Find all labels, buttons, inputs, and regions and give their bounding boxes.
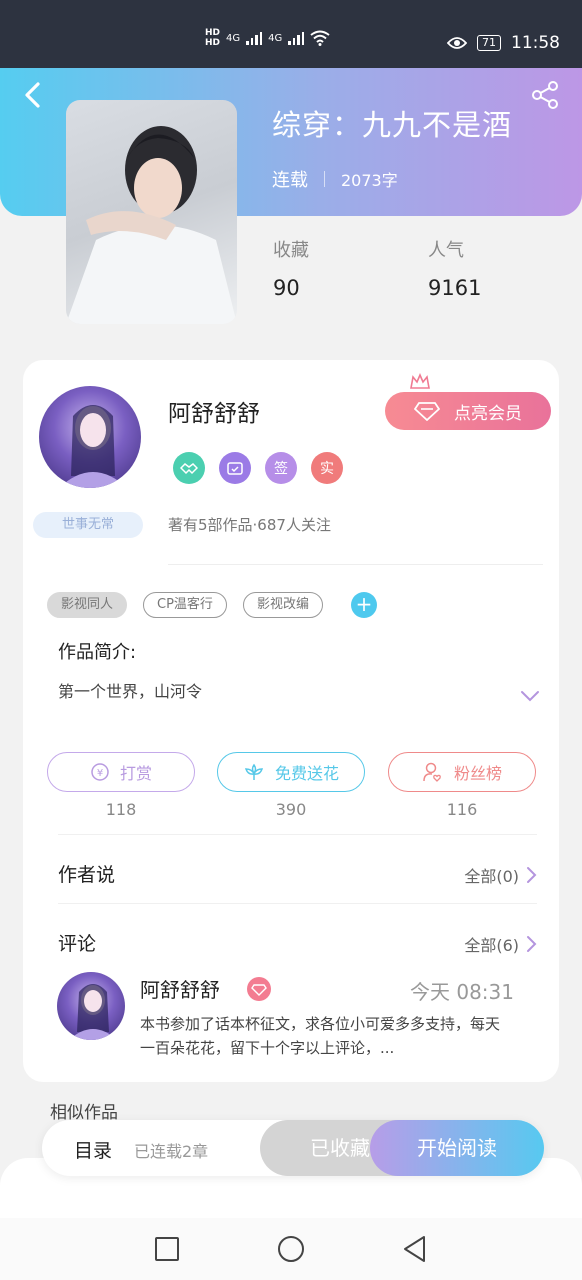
verified-badge: 实 — [311, 452, 343, 484]
book-detail-card: 世事无常 阿舒舒舒 点亮会员 签 实 著有5部作品·687人关注 影视同人 CP… — [23, 360, 559, 1082]
crown-icon — [410, 372, 430, 389]
author-says-more-label: 全部(0) — [464, 867, 519, 886]
send-flower-label: 免费送花 — [274, 764, 339, 783]
handshake-badge-icon — [173, 452, 205, 484]
system-nav-bar — [0, 1218, 582, 1280]
hd-indicator: HD HD — [205, 28, 220, 48]
popularity-label: 人气 — [428, 240, 464, 261]
action-bar: 目录 已连载2章 已收藏 开始阅读 — [42, 1120, 544, 1176]
author-says-more[interactable]: 全部(0) — [464, 863, 537, 887]
favorites-label: 收藏 — [273, 240, 309, 261]
start-reading-button[interactable]: 开始阅读 — [370, 1120, 544, 1176]
vip-button-label: 点亮会员 — [454, 403, 522, 424]
flower-icon — [244, 763, 264, 780]
comment-text[interactable]: 本书参加了话本杯征文，求各位小可爱多多支持，每天一百朵花花，留下十个字以上评论，… — [140, 1012, 510, 1060]
comment-time: 今天 08:31 — [410, 980, 514, 1004]
author-says-title: 作者说 — [58, 864, 116, 886]
book-meta: 连载 2073字 — [272, 166, 398, 192]
toc-button[interactable]: 目录 — [74, 1136, 112, 1163]
favorites-stat: 收藏 90 — [273, 236, 309, 300]
author-name[interactable]: 阿舒舒舒 — [168, 394, 260, 428]
popularity-stat: 人气 9161 — [428, 236, 481, 300]
intro-text: 第一个世界，山河令 — [58, 682, 203, 701]
favorites-value: 90 — [273, 276, 300, 300]
wifi-icon — [310, 30, 330, 46]
eye-icon — [447, 37, 467, 49]
status-bar: HD HD 4G 4G 71 11:58 — [0, 0, 582, 68]
hd1-label: HD — [205, 28, 221, 38]
tip-count: 118 — [105, 800, 137, 819]
book-cover[interactable] — [66, 100, 237, 324]
home-icon[interactable] — [276, 1234, 306, 1264]
section-divider — [58, 834, 537, 835]
back-icon[interactable] — [18, 80, 48, 110]
svg-text:¥: ¥ — [97, 768, 103, 779]
tag-item[interactable]: 影视同人 — [47, 592, 128, 618]
back-nav-icon[interactable] — [400, 1234, 430, 1264]
signal2-label: 4G — [268, 32, 283, 44]
chevron-right-icon — [527, 936, 537, 952]
share-icon[interactable] — [530, 80, 560, 110]
intro-label: 作品简介: — [58, 642, 137, 663]
clock: 11:58 — [511, 33, 560, 53]
fan-icon — [423, 762, 441, 782]
fan-ranking-label: 粉丝榜 — [453, 764, 502, 783]
popularity-value: 9161 — [428, 276, 482, 300]
recent-apps-icon[interactable] — [152, 1234, 182, 1264]
comments-title: 评论 — [58, 933, 97, 955]
word-count: 2073字 — [341, 171, 398, 190]
chevron-right-icon — [527, 867, 537, 883]
coin-icon: ¥ — [91, 763, 109, 781]
add-tag-icon[interactable]: + — [350, 592, 377, 618]
commenter-avatar[interactable] — [57, 972, 125, 1040]
signal-icon — [288, 31, 305, 45]
author-motto-badge: 世事无常 — [33, 512, 143, 538]
vip-diamond-icon — [247, 977, 271, 1001]
network-indicators: HD HD 4G 4G — [205, 28, 330, 48]
tip-button[interactable]: ¥ 打赏 — [47, 752, 195, 792]
tag-item[interactable]: CP温客行 — [143, 592, 227, 618]
author-works-info: 著有5部作品·687人关注 — [168, 516, 331, 534]
author-avatar[interactable] — [39, 386, 141, 488]
battery-indicator: 71 — [477, 35, 501, 51]
calendar-badge-icon — [219, 452, 251, 484]
commenter-avatar-illustration — [69, 984, 117, 1040]
fan-ranking-button[interactable]: 粉丝榜 — [388, 752, 536, 792]
avatar-illustration — [59, 405, 127, 488]
fan-count: 116 — [446, 800, 478, 819]
hd2-label: HD — [205, 38, 221, 48]
diamond-icon — [414, 402, 440, 421]
comments-more-label: 全部(6) — [464, 936, 519, 955]
comments-more[interactable]: 全部(6) — [464, 932, 537, 956]
tag-item[interactable]: 影视改编 — [242, 592, 323, 618]
chevron-down-icon[interactable] — [519, 688, 541, 704]
send-flower-button[interactable]: 免费送花 — [217, 752, 365, 792]
flower-count: 390 — [275, 800, 307, 819]
commenter-name[interactable]: 阿舒舒舒 — [140, 974, 220, 1003]
tip-label: 打赏 — [119, 764, 152, 783]
signed-badge: 签 — [265, 452, 297, 484]
book-title: 综穿：九九不是酒 — [272, 108, 513, 142]
vip-button[interactable]: 点亮会员 — [385, 392, 551, 430]
tag-list: 影视同人 CP温客行 影视改编 + — [47, 592, 377, 618]
chapter-count: 已连载2章 — [134, 1142, 209, 1161]
status-right: 71 11:58 — [447, 33, 560, 53]
meta-divider — [324, 171, 325, 187]
section-divider — [58, 903, 537, 904]
serial-status: 连载 — [272, 170, 308, 191]
section-divider — [168, 564, 543, 565]
cover-illustration — [66, 126, 237, 324]
signal-icon — [246, 31, 263, 45]
author-badges: 签 实 — [173, 452, 343, 484]
signal1-label: 4G — [226, 32, 241, 44]
